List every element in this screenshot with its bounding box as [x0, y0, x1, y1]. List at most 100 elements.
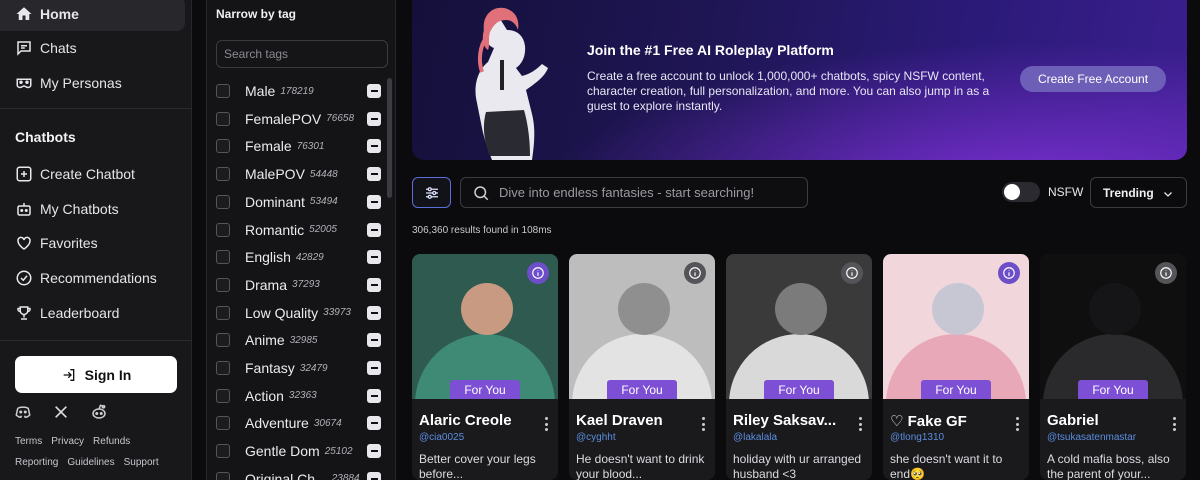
tag-exclude-button[interactable] [367, 333, 381, 348]
nav-my-chatbots[interactable]: My Chatbots [0, 192, 185, 226]
card-creator-handle[interactable]: @tsukasatenmastar [1047, 432, 1136, 443]
banner-text: Create a free account to unlock 1,000,00… [587, 69, 990, 113]
tag-exclude-button[interactable] [367, 194, 381, 209]
nav-chats[interactable]: Chats [0, 31, 185, 65]
tag-exclude-button[interactable] [367, 222, 381, 237]
tag-filter-panel: Narrow by tag Male178219FemalePOV76658Fe… [206, 0, 396, 480]
nav-leaderboard[interactable]: Leaderboard [0, 296, 185, 330]
more-options-icon[interactable] [544, 417, 548, 431]
tag-row[interactable]: Drama 37293 [216, 274, 388, 296]
tag-exclude-button[interactable] [367, 167, 381, 182]
tag-name: Fantasy [245, 360, 295, 376]
tag-include-checkbox[interactable] [216, 361, 230, 375]
card-creator-handle[interactable]: @lakalala [733, 432, 777, 443]
tag-include-checkbox[interactable] [216, 139, 230, 154]
tag-row[interactable]: Original Ch... 23884 [216, 468, 388, 480]
tag-exclude-button[interactable] [367, 416, 381, 431]
more-options-icon[interactable] [1015, 417, 1019, 431]
info-icon[interactable] [684, 262, 706, 284]
tag-exclude-button[interactable] [367, 111, 381, 126]
tag-row[interactable]: Low Quality 33973 [216, 302, 388, 324]
tag-row[interactable]: Female 76301 [216, 135, 388, 157]
tag-exclude-button[interactable] [367, 84, 381, 98]
more-options-icon[interactable] [701, 417, 705, 431]
tag-row[interactable]: Dominant 53494 [216, 191, 388, 213]
tag-include-checkbox[interactable] [216, 84, 230, 98]
tag-search-input[interactable] [216, 40, 388, 68]
nav-favorites[interactable]: Favorites [0, 226, 185, 260]
tag-row[interactable]: Romantic 52005 [216, 219, 388, 241]
tag-exclude-button[interactable] [367, 361, 381, 375]
tag-include-checkbox[interactable] [216, 222, 230, 237]
tag-include-checkbox[interactable] [216, 277, 230, 292]
tag-list-scrollbar[interactable] [387, 78, 392, 198]
tag-exclude-button[interactable] [367, 444, 381, 459]
info-icon[interactable] [1155, 262, 1177, 284]
tag-include-checkbox[interactable] [216, 167, 230, 182]
search-input[interactable] [499, 185, 789, 200]
card-creator-handle[interactable]: @tlong1310 [890, 432, 944, 443]
info-icon[interactable] [527, 262, 549, 284]
footer-link-support[interactable]: Support [124, 457, 159, 468]
search-icon [474, 185, 489, 200]
footer-link-refunds[interactable]: Refunds [93, 436, 130, 447]
tag-row[interactable]: Action 32363 [216, 385, 388, 407]
more-options-icon[interactable] [858, 417, 862, 431]
sign-in-button[interactable]: Sign In [15, 356, 177, 393]
nav-home[interactable]: Home [0, 0, 185, 31]
card-creator-handle[interactable]: @cyghht [576, 432, 616, 443]
tag-exclude-button[interactable] [367, 388, 381, 403]
filter-toggle-button[interactable] [412, 177, 451, 208]
create-free-account-button[interactable]: Create Free Account [1020, 66, 1166, 92]
tag-name: Action [245, 387, 284, 404]
discord-icon[interactable] [14, 403, 32, 421]
tag-row[interactable]: FemalePOV 76658 [216, 108, 388, 130]
tag-exclude-button[interactable] [367, 250, 381, 265]
tag-include-checkbox[interactable] [216, 471, 230, 480]
tag-include-checkbox[interactable] [216, 444, 230, 459]
tag-include-checkbox[interactable] [216, 333, 230, 348]
info-icon[interactable] [841, 262, 863, 284]
tag-include-checkbox[interactable] [216, 111, 230, 126]
tag-include-checkbox[interactable] [216, 194, 230, 209]
footer-link-privacy[interactable]: Privacy [51, 436, 84, 447]
tag-row[interactable]: Male 178219 [216, 80, 388, 102]
tag-row[interactable]: Gentle Dom 25102 [216, 440, 388, 462]
footer-link-terms[interactable]: Terms [15, 436, 42, 447]
tag-count: 25102 [324, 445, 353, 457]
tag-row[interactable]: Anime 32985 [216, 329, 388, 351]
card-creator-handle[interactable]: @cia0025 [419, 432, 464, 443]
tag-include-checkbox[interactable] [216, 250, 230, 265]
tag-row[interactable]: Adventure 30674 [216, 412, 388, 434]
nav-my-personas[interactable]: My Personas [0, 66, 185, 100]
chatbot-card[interactable]: For You Gabriel @tsukasatenmastar A cold ma… [1040, 254, 1186, 480]
nsfw-toggle[interactable] [1002, 182, 1040, 202]
tag-include-checkbox[interactable] [216, 305, 230, 320]
reddit-icon[interactable] [90, 403, 108, 421]
chatbot-card[interactable]: For You ♡ Fake GF @tlong1310 she doesn't wa… [883, 254, 1029, 480]
sort-dropdown[interactable]: Trending [1090, 177, 1187, 208]
heart-icon [15, 234, 33, 252]
more-options-icon[interactable] [1172, 417, 1176, 431]
nav-create-chatbot[interactable]: Create Chatbot [0, 157, 185, 191]
info-icon[interactable] [998, 262, 1020, 284]
footer-link-reporting[interactable]: Reporting [15, 457, 58, 468]
tag-include-checkbox[interactable] [216, 388, 230, 403]
tag-exclude-button[interactable] [367, 305, 381, 320]
nav-recommendations[interactable]: Recommendations [0, 261, 185, 295]
chatbot-card[interactable]: For You Alaric Creole @cia0025 Better cover… [412, 254, 558, 480]
chatbot-card[interactable]: For You Kael Draven @cyghht He doesn't want… [569, 254, 715, 480]
tag-include-checkbox[interactable] [216, 416, 230, 431]
tag-row[interactable]: MalePOV 54448 [216, 163, 388, 185]
tag-exclude-button[interactable] [367, 471, 381, 480]
tag-row[interactable]: Fantasy 32479 [216, 357, 388, 379]
tag-exclude-button[interactable] [367, 277, 381, 292]
sidebar: Home Chats My Personas Chatbots Create C… [0, 0, 192, 480]
footer-link-guidelines[interactable]: Guidelines [67, 457, 114, 468]
tag-row[interactable]: English 42829 [216, 246, 388, 268]
trophy-icon [15, 304, 33, 322]
chatbot-card[interactable]: For You Riley Saksav... @lakalala holiday w… [726, 254, 872, 480]
x-icon[interactable] [52, 403, 70, 421]
tag-exclude-button[interactable] [367, 139, 381, 154]
tag-count: 178219 [280, 85, 314, 97]
